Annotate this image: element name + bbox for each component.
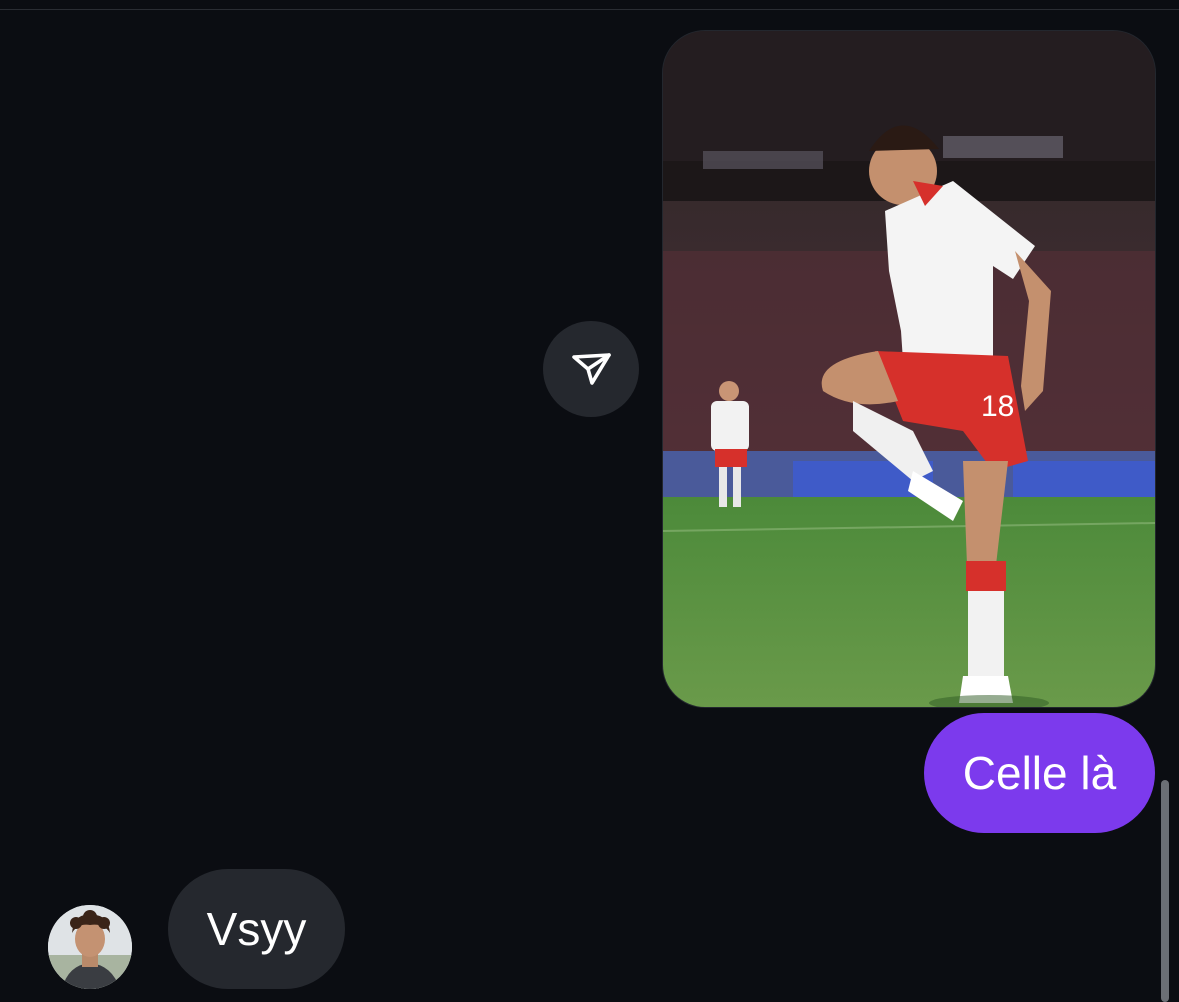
contact-avatar[interactable] bbox=[48, 905, 132, 989]
incoming-message-text: Vsyy bbox=[206, 903, 307, 955]
incoming-message-bubble[interactable]: Vsyy bbox=[168, 869, 345, 989]
outgoing-message-text: Celle là bbox=[962, 747, 1117, 799]
jersey-number: 18 bbox=[981, 390, 1014, 423]
scrollbar[interactable] bbox=[1161, 780, 1169, 1002]
outgoing-message-bubble[interactable]: Celle là bbox=[924, 713, 1155, 833]
football-player-photo: 18 bbox=[663, 31, 1155, 707]
outgoing-photo-message[interactable]: 18 bbox=[663, 31, 1155, 707]
avatar-image bbox=[48, 905, 132, 989]
top-divider bbox=[0, 9, 1179, 10]
chat-screen: 18 Celle là Vsyy bbox=[0, 0, 1179, 1002]
share-button[interactable] bbox=[543, 321, 639, 417]
paper-plane-icon bbox=[572, 353, 611, 385]
